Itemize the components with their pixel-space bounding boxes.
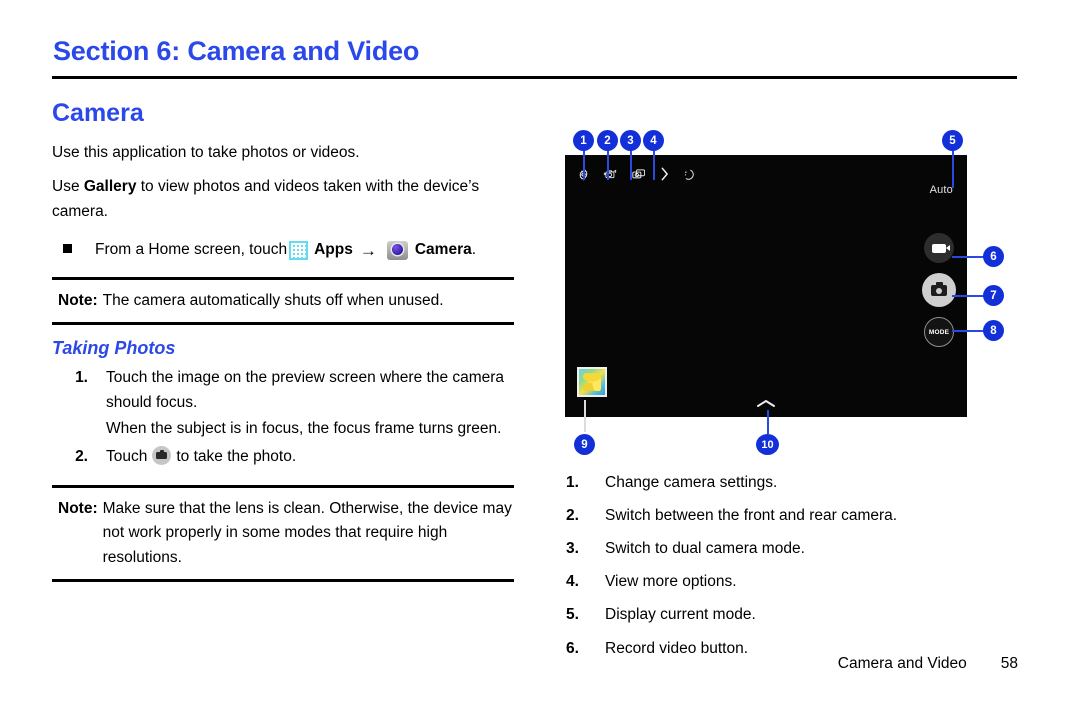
step1-number: 1. bbox=[75, 369, 88, 387]
video-record-button[interactable] bbox=[924, 233, 954, 263]
gallery-thumbnail[interactable] bbox=[577, 367, 607, 397]
taking-photos-steps: 1. Touch the image on the preview screen… bbox=[52, 365, 514, 468]
footer-page-number: 58 bbox=[1000, 655, 1018, 672]
page-footer: Camera and Video 58 bbox=[838, 655, 1018, 673]
callout-badge-8: 8 bbox=[983, 320, 1004, 341]
leader-line-7 bbox=[952, 295, 985, 297]
list-item-label: Change camera settings. bbox=[605, 474, 778, 491]
step1-text: Touch the image on the preview screen wh… bbox=[106, 365, 514, 441]
note2-body: Note: Make sure that the lens is clean. … bbox=[52, 488, 514, 579]
intro-paragraph-2: Use Gallery to view photos and videos ta… bbox=[52, 174, 514, 224]
camera-app-icon bbox=[386, 240, 408, 260]
page-title: Section 6: Camera and Video bbox=[53, 36, 420, 66]
list-item-label: Display current mode. bbox=[605, 606, 756, 624]
step-item: 1. Touch the image on the preview screen… bbox=[52, 365, 514, 441]
list-item-number: 2. bbox=[566, 507, 579, 525]
list-item: 2. Switch between the front and rear cam… bbox=[566, 503, 996, 528]
camera-preview-screenshot: Auto MODE bbox=[565, 155, 967, 417]
camera-shutter-icon bbox=[931, 281, 947, 296]
note1-body: Note: The camera automatically shuts off… bbox=[52, 280, 514, 322]
list-item-label: Switch to dual camera mode. bbox=[605, 540, 805, 558]
step2-number: 2. bbox=[75, 447, 88, 465]
bullet-text: From a Home screen, touch Apps → Camera. bbox=[95, 237, 476, 264]
list-item: 4. View more options. bbox=[566, 569, 996, 594]
camera-shutter-button[interactable] bbox=[922, 273, 956, 307]
note-block-1: Note: The camera automatically shuts off… bbox=[52, 276, 514, 326]
camera-label: Camera bbox=[414, 240, 472, 258]
list-item-number: 4. bbox=[566, 573, 579, 591]
mode-button-label: MODE bbox=[928, 328, 950, 336]
gallery-term: Gallery bbox=[83, 178, 137, 196]
square-bullet-icon bbox=[63, 243, 72, 253]
left-content-column: Camera Use this application to take phot… bbox=[52, 100, 514, 595]
night-mode-icon[interactable] bbox=[682, 168, 695, 181]
step2-post: to take the photo. bbox=[176, 447, 297, 465]
leader-line-10 bbox=[767, 410, 769, 434]
chevron-right-icon[interactable] bbox=[660, 167, 669, 181]
list-item: 5. Display current mode. bbox=[566, 602, 996, 627]
list-item-number: 1. bbox=[566, 474, 579, 491]
current-mode-label: Auto bbox=[929, 184, 953, 196]
switch-camera-icon[interactable] bbox=[603, 168, 618, 181]
taking-photos-subheading: Taking Photos bbox=[52, 338, 176, 359]
list-item: 1. Change camera settings. bbox=[566, 470, 996, 495]
callout-badge-2: 2 bbox=[597, 130, 618, 151]
leader-line-2 bbox=[607, 150, 609, 180]
camera-heading: Camera bbox=[52, 99, 144, 127]
callout-badge-9: 9 bbox=[574, 434, 595, 455]
camera-side-buttons: MODE bbox=[922, 233, 956, 347]
step2-pre: Touch bbox=[106, 447, 148, 465]
leader-line-3 bbox=[630, 150, 632, 180]
list-item-number: 3. bbox=[566, 540, 579, 558]
callout-badge-1: 1 bbox=[573, 130, 594, 151]
apps-grid-icon bbox=[289, 240, 309, 260]
list-item-label: Switch between the front and rear camera… bbox=[605, 507, 898, 525]
step1-main: Touch the image on the preview screen wh… bbox=[106, 369, 505, 412]
camera-toolbar bbox=[565, 155, 967, 193]
chevron-up-icon[interactable] bbox=[756, 396, 776, 411]
list-item-number: 5. bbox=[566, 606, 579, 624]
apps-label: Apps bbox=[314, 240, 353, 258]
step1-subtext: When the subject is in focus, the focus … bbox=[106, 420, 502, 438]
intro2-pre: Use bbox=[52, 178, 84, 196]
right-arrow-icon: → bbox=[359, 240, 377, 260]
video-record-icon bbox=[932, 243, 950, 253]
shutter-button-icon bbox=[152, 445, 172, 465]
dual-camera-icon[interactable] bbox=[631, 168, 647, 181]
leader-line-8 bbox=[952, 330, 985, 332]
intro-paragraph-1: Use this application to take photos or v… bbox=[52, 144, 360, 162]
leader-line-6 bbox=[952, 256, 985, 258]
callout-badge-7: 7 bbox=[983, 285, 1004, 306]
list-item: 3. Switch to dual camera mode. bbox=[566, 536, 996, 561]
note1-label: Note: bbox=[58, 291, 98, 309]
bullet-period: . bbox=[471, 240, 477, 258]
note2-rule-bottom bbox=[52, 579, 514, 583]
list-item-label: Record video button. bbox=[605, 639, 749, 657]
home-screen-bullet: From a Home screen, touch Apps → Camera. bbox=[52, 237, 514, 264]
camera-parts-list: 1. Change camera settings. 2. Switch bet… bbox=[566, 470, 996, 669]
leader-line-1 bbox=[583, 150, 585, 180]
callout-badge-4: 4 bbox=[643, 130, 664, 151]
note2-label: Note: bbox=[58, 499, 98, 517]
step-item: 2. Touch to take the photo. bbox=[52, 444, 514, 469]
mode-button[interactable]: MODE bbox=[924, 317, 954, 347]
leader-line-9 bbox=[584, 400, 586, 432]
note1-rule-bottom bbox=[52, 322, 514, 326]
step2-text: Touch to take the photo. bbox=[106, 444, 514, 469]
document-page: Section 6: Camera and Video Camera Use t… bbox=[0, 0, 1080, 720]
callout-badge-3: 3 bbox=[620, 130, 641, 151]
footer-chapter: Camera and Video bbox=[837, 655, 967, 672]
list-item-number: 6. bbox=[566, 639, 579, 657]
callout-badge-10: 10 bbox=[756, 434, 779, 455]
list-item-label: View more options. bbox=[605, 573, 737, 591]
bullet-text-pre: From a Home screen, touch bbox=[95, 240, 288, 258]
callout-badge-5: 5 bbox=[942, 130, 963, 151]
leader-line-5 bbox=[952, 150, 954, 188]
header-divider bbox=[52, 76, 1017, 79]
callout-badge-6: 6 bbox=[983, 246, 1004, 267]
leader-line-4 bbox=[653, 150, 655, 180]
note2-text: Make sure that the lens is clean. Otherw… bbox=[102, 499, 512, 566]
note1-text: The camera automatically shuts off when … bbox=[102, 291, 444, 309]
note-block-2: Note: Make sure that the lens is clean. … bbox=[52, 484, 514, 583]
